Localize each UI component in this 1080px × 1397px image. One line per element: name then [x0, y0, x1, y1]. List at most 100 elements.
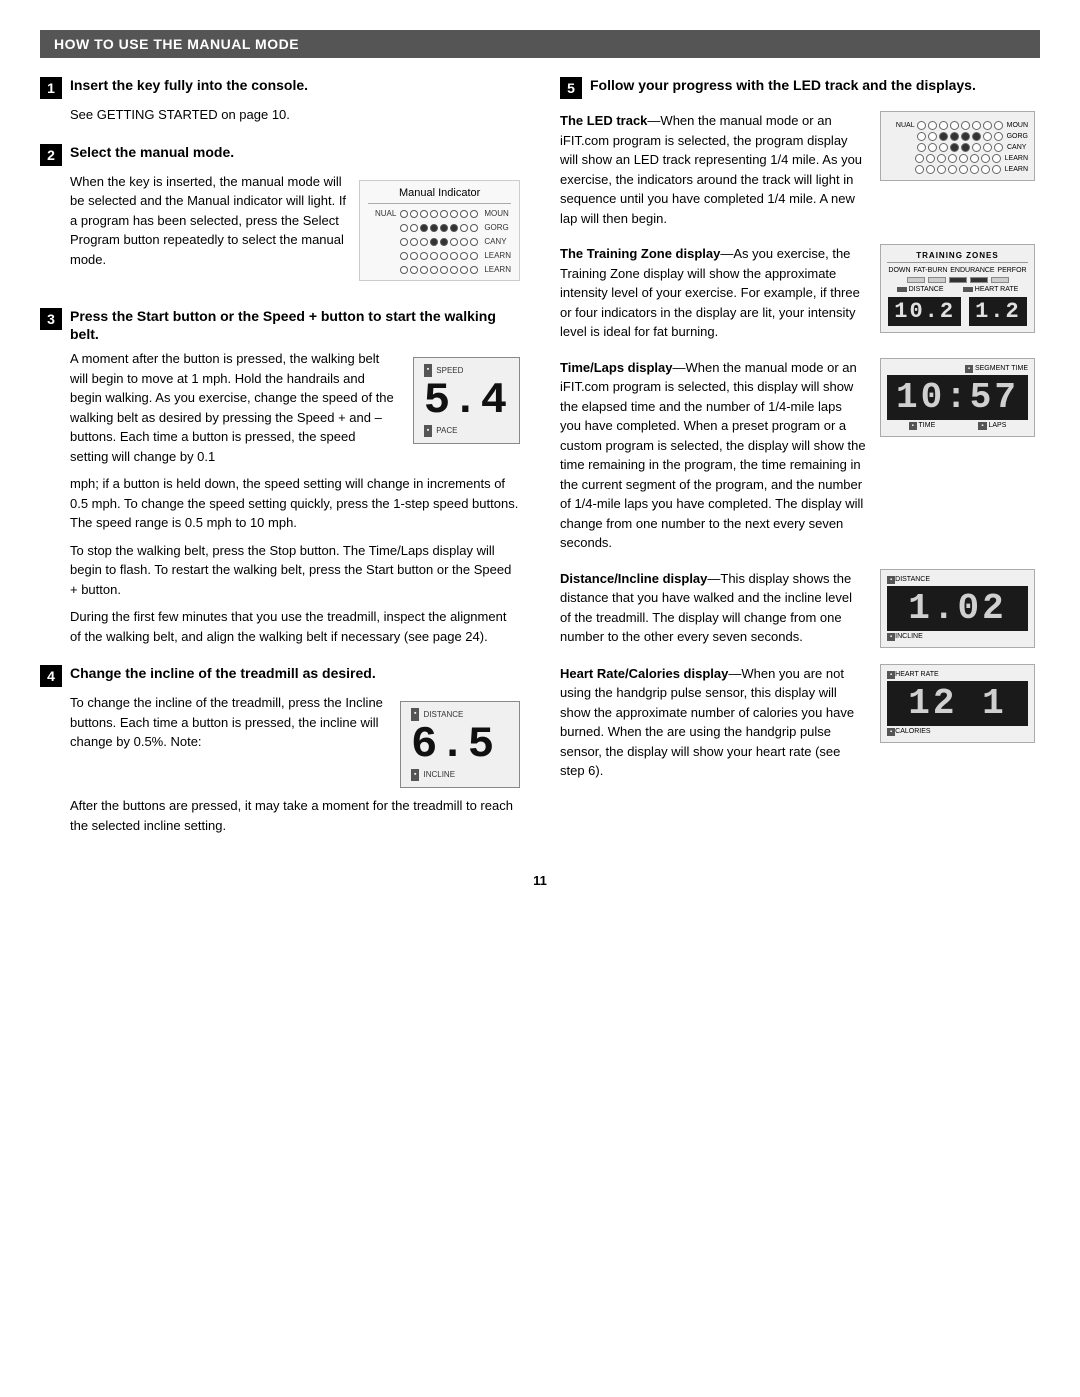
step-1: 1 Insert the key fully into the console.… — [40, 76, 520, 125]
tz-numbers: 10.2 1.2 — [887, 297, 1028, 326]
mi-title: Manual Indicator — [368, 185, 511, 205]
distance-text: Distance/Incline display—This display sh… — [560, 569, 866, 647]
speed-display: ▪ SPEED 5.4 ▪ PACE — [413, 357, 520, 444]
speed-label-text: SPEED — [436, 365, 463, 377]
dot — [410, 238, 418, 246]
tz-distance-label: DISTANCE — [909, 286, 944, 293]
tz-bottom-row: DISTANCE HEART RATE — [887, 286, 1028, 293]
dot — [470, 210, 478, 218]
led-paragraph: The LED track—When the manual mode or an… — [560, 111, 866, 228]
dot — [450, 252, 458, 260]
incline-label-text: DISTANCE — [423, 709, 463, 721]
led-dot — [972, 143, 981, 152]
mi-right-5: LEARN — [484, 264, 511, 276]
dot — [460, 210, 468, 218]
header-title: HOW TO USE THE MANUAL MODE — [54, 36, 299, 52]
tz-zone-3: ENDURANCE — [950, 267, 994, 274]
mi-right-2: GORG — [484, 222, 508, 234]
segment-time-text: SEGMENT TIME — [975, 365, 1028, 372]
dot — [440, 266, 448, 274]
mi-row-2: GORG — [368, 222, 511, 234]
tz-ind-2 — [928, 277, 946, 283]
led-row-4: LEARN — [887, 154, 1028, 163]
manual-indicator-box: Manual Indicator NUAL — [359, 180, 520, 282]
led-dot — [917, 143, 926, 152]
mi-row-1: NUAL — [368, 208, 511, 220]
hr-bottom: ▪ CALORIES — [887, 728, 1028, 736]
dot — [460, 252, 468, 260]
step-1-body: See GETTING STARTED on page 10. — [70, 105, 520, 125]
led-right-5: LEARN — [1005, 166, 1028, 173]
main-content: 1 Insert the key fully into the console.… — [40, 76, 1040, 853]
step-3-body: A moment after the button is pressed, th… — [70, 349, 520, 646]
step-1-header: 1 Insert the key fully into the console. — [40, 76, 520, 99]
step-3-title: Press the Start button or the Speed + bu… — [70, 307, 520, 343]
training-text: The Training Zone display—As you exercis… — [560, 244, 866, 342]
mi-dots-5 — [400, 266, 478, 274]
right-column: 5 Follow your progress with the LED trac… — [560, 76, 1040, 853]
led-track-display: NUAL — [880, 111, 1035, 181]
heartrate-rest: —When you are not using the handgrip pul… — [560, 666, 854, 779]
dot — [430, 238, 438, 246]
dot — [450, 238, 458, 246]
step-2-header: 2 Select the manual mode. — [40, 143, 520, 166]
incline-top-label: ▪ DISTANCE — [411, 708, 509, 721]
dot — [400, 210, 408, 218]
step-5-title: Follow your progress with the LED track … — [590, 76, 976, 94]
led-dot — [981, 154, 990, 163]
step-4-header: 4 Change the incline of the treadmill as… — [40, 664, 520, 687]
led-right-4: LEARN — [1005, 155, 1028, 162]
tz-bottom-heartrate: HEART RATE — [963, 286, 1019, 293]
led-dots-4 — [915, 154, 1001, 163]
laps-label-container: ▪ LAPS — [978, 422, 1006, 430]
page: HOW TO USE THE MANUAL MODE 1 Insert the … — [40, 30, 1040, 888]
mi-row-5: LEARN — [368, 264, 511, 276]
led-dot — [928, 121, 937, 130]
step-3-text2: mph; if a button is held down, the speed… — [70, 474, 520, 533]
speed-display-container: ▪ SPEED 5.4 ▪ PACE — [413, 349, 520, 452]
calories-rect: ▪ — [887, 728, 895, 736]
training-display-box: TRAINING ZONES DOWN FAT-BURN ENDURANCE P… — [880, 244, 1040, 333]
mi-row-4: LEARN — [368, 250, 511, 262]
incline-display: ▪ DISTANCE 6.5 ▪ INCLINE — [400, 701, 520, 788]
heartrate-bold: Heart Rate/Calories display — [560, 666, 728, 681]
speed-top-label: ▪ SPEED — [424, 364, 509, 377]
led-dot — [950, 121, 959, 130]
td-top: ▪ SEGMENT TIME — [887, 365, 1028, 373]
laps-rect: ▪ — [978, 422, 986, 430]
dot — [430, 252, 438, 260]
tz-zones: DOWN FAT-BURN ENDURANCE PERFOR — [887, 267, 1028, 274]
dot — [440, 238, 448, 246]
step-3-inline: A moment after the button is pressed, th… — [70, 349, 520, 474]
incline-bottom-label: ▪ INCLINE — [411, 769, 509, 782]
hr-rect: ▪ — [887, 671, 895, 679]
hr-label: HEART RATE — [895, 671, 939, 679]
dd-bottom: ▪ INCLINE — [887, 633, 1028, 641]
tz-ind-4 — [970, 277, 988, 283]
time-rect: ▪ — [909, 422, 917, 430]
speed-label-rect: ▪ — [424, 364, 432, 377]
dot — [430, 266, 438, 274]
dot — [440, 210, 448, 218]
led-dots-3 — [917, 143, 1003, 152]
led-dot — [915, 154, 924, 163]
tz-ind-1 — [907, 277, 925, 283]
led-dot — [972, 121, 981, 130]
dot — [420, 224, 428, 232]
incline-bottom-rect: ▪ — [411, 769, 419, 782]
heartrate-display-box: ▪ HEART RATE 12 1 ▪ CALORIES — [880, 664, 1040, 743]
led-dot — [970, 154, 979, 163]
tz-rect-heartrate — [963, 287, 973, 292]
time-display: ▪ SEGMENT TIME 10:57 ▪ TIME ▪ — [880, 358, 1035, 437]
mi-dots-2 — [400, 224, 478, 232]
incline2-rect: ▪ — [887, 633, 895, 641]
incline-label-rect: ▪ — [411, 708, 419, 721]
led-bold: The LED track — [560, 113, 647, 128]
dot — [440, 224, 448, 232]
mi-dots-3 — [400, 238, 478, 246]
led-dot — [994, 132, 1003, 141]
led-dot — [983, 143, 992, 152]
led-row-2: GORG — [887, 132, 1028, 141]
dot — [410, 266, 418, 274]
led-dot — [937, 165, 946, 174]
